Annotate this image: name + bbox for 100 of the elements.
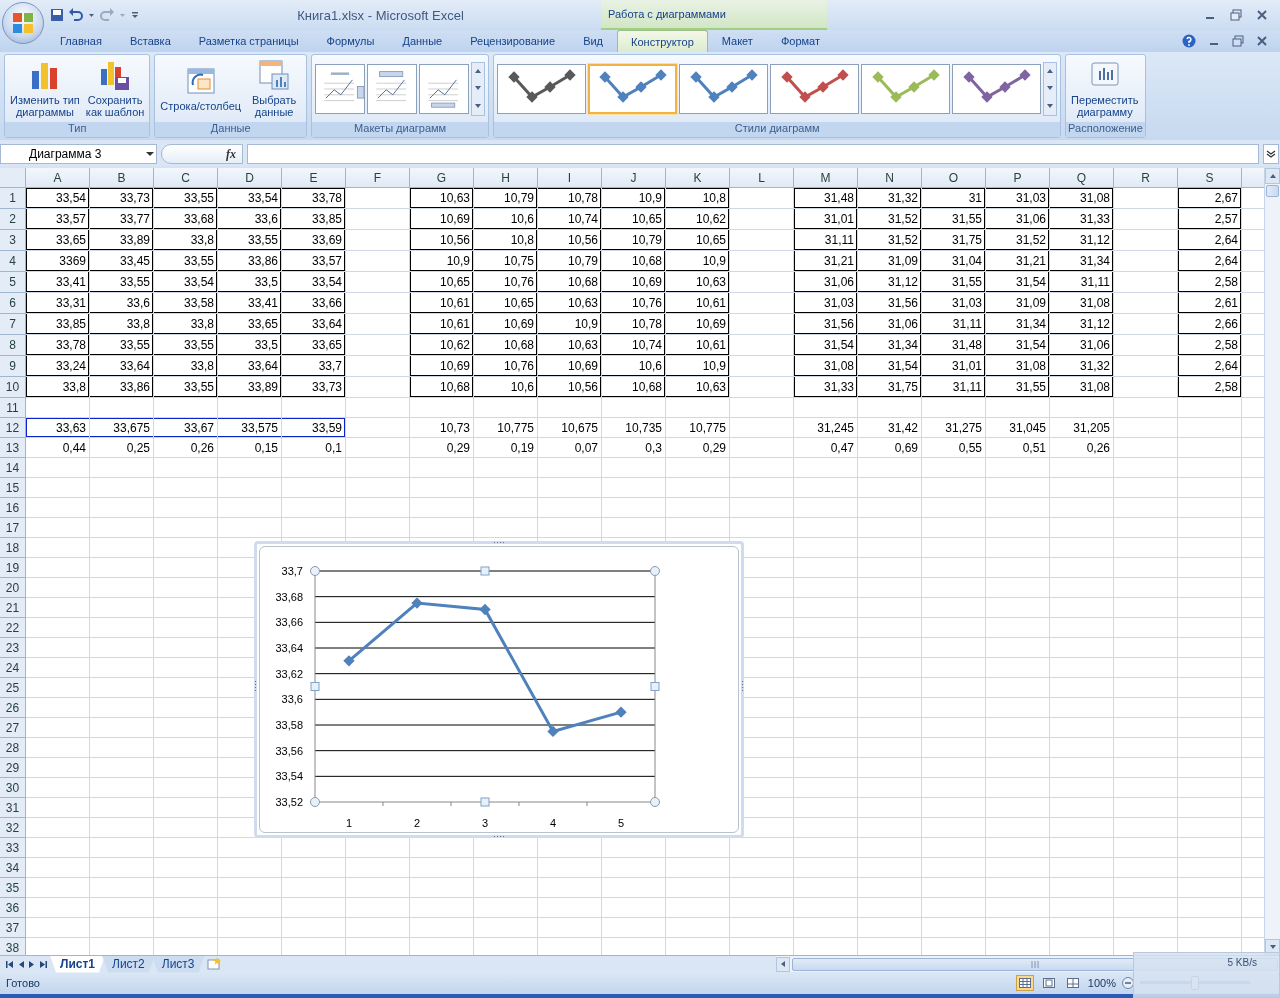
table-cell: 33,41 (26, 272, 90, 293)
table-cell: 2,64 (1178, 251, 1242, 272)
ribbon-button[interactable]: Переместить диаграмму (1069, 57, 1141, 120)
row-header[interactable]: 35 (0, 878, 26, 898)
row-header[interactable]: 5 (0, 272, 26, 293)
table-cell: 0,15 (218, 438, 282, 458)
ribbon-tab[interactable]: Разметка страницы (184, 30, 313, 52)
row-header[interactable]: 17 (0, 518, 26, 538)
column-header[interactable]: L (730, 168, 794, 188)
axis-label: 33,52 (275, 796, 303, 808)
column-header[interactable]: I (538, 168, 602, 188)
table-cell: 10,61 (410, 293, 474, 314)
column-header[interactable]: F (346, 168, 410, 188)
table-cell: 33,55 (90, 272, 154, 293)
ribbon-tab[interactable]: Данные (388, 30, 457, 52)
ribbon-button[interactable]: Сохранить как шаблон (83, 57, 147, 120)
ribbon-button[interactable]: Строка/столбец (158, 63, 244, 114)
column-header[interactable]: P (986, 168, 1050, 188)
sheet-tab[interactable]: Лист1 (50, 955, 106, 973)
column-header[interactable]: H (474, 168, 538, 188)
column-header[interactable]: D (218, 168, 282, 188)
ribbon-tab[interactable]: Формат (766, 30, 834, 52)
column-header[interactable]: N (858, 168, 922, 188)
table-cell: 31,54 (794, 335, 858, 356)
column-header[interactable]: E (282, 168, 346, 188)
column-header[interactable]: M (794, 168, 858, 188)
table-cell: 31 (922, 188, 986, 209)
table-cell: 10,9 (410, 251, 474, 272)
row-header[interactable]: 25 (0, 678, 26, 698)
table-cell: 31,54 (986, 272, 1050, 293)
table-cell: 31,11 (922, 314, 986, 335)
row-header[interactable]: 15 (0, 478, 26, 498)
row-header[interactable]: 9 (0, 356, 26, 377)
column-header[interactable]: B (90, 168, 154, 188)
ribbon-tab[interactable]: Конструктор (617, 30, 708, 52)
ribbon-tab[interactable]: Макет (707, 30, 767, 52)
name-box[interactable]: Диаграмма 3 (0, 144, 157, 164)
row-header[interactable]: 11 (0, 398, 26, 418)
row-header[interactable]: 24 (0, 658, 26, 678)
row-header[interactable]: 8 (0, 335, 26, 356)
row-header[interactable]: 20 (0, 578, 26, 598)
ribbon-tab[interactable]: Формулы (312, 30, 389, 52)
chart-frame[interactable]: 33,52 33,54 33,56 33,58 33,6 33,62 33,64 33,66 33,68 33,7 1 2 3 4 5 (254, 541, 744, 838)
row-header[interactable]: 23 (0, 638, 26, 658)
table-cell: 31,08 (1050, 377, 1114, 398)
table-cell: 31,75 (922, 230, 986, 251)
row-header[interactable]: 37 (0, 918, 26, 938)
ribbon-tab[interactable]: Главная (46, 30, 116, 52)
row-header[interactable]: 22 (0, 618, 26, 638)
column-header[interactable]: S (1178, 168, 1242, 188)
table-cell: 31,32 (858, 188, 922, 209)
row-header[interactable]: 13 (0, 438, 26, 458)
table-cell: 31,03 (794, 293, 858, 314)
zoom-level[interactable]: 100% (1087, 977, 1116, 989)
insert-function-button[interactable]: fx (161, 144, 243, 164)
row-header[interactable]: 32 (0, 818, 26, 838)
column-header[interactable]: K (666, 168, 730, 188)
row-header[interactable]: 26 (0, 698, 26, 718)
row-header[interactable]: 34 (0, 858, 26, 878)
row-header[interactable]: 3 (0, 230, 26, 251)
row-header[interactable]: 27 (0, 718, 26, 738)
axis-label: 33,58 (275, 719, 303, 731)
column-header[interactable]: C (154, 168, 218, 188)
row-header[interactable]: 4 (0, 251, 26, 272)
row-header[interactable]: 33 (0, 838, 26, 858)
sheet-tab[interactable]: Лист3 (151, 955, 205, 973)
axis-label: 1 (345, 817, 353, 829)
row-header[interactable]: 10 (0, 377, 26, 398)
ribbon-button[interactable]: Изменить тип диаграммы (8, 57, 82, 120)
column-header[interactable]: A (26, 168, 90, 188)
row-header[interactable]: 7 (0, 314, 26, 335)
table-cell: 31,48 (922, 335, 986, 356)
row-header[interactable]: 28 (0, 738, 26, 758)
column-header[interactable]: J (602, 168, 666, 188)
row-header[interactable]: 12 (0, 418, 26, 438)
column-header[interactable]: G (410, 168, 474, 188)
row-header[interactable]: 14 (0, 458, 26, 478)
row-header[interactable]: 29 (0, 758, 26, 778)
row-header[interactable]: 2 (0, 209, 26, 230)
sheet-tab[interactable]: Лист2 (102, 955, 155, 973)
row-header[interactable]: 19 (0, 558, 26, 578)
ribbon-button[interactable]: Выбрать данные (245, 57, 304, 120)
row-header[interactable]: 38 (0, 938, 26, 955)
row-header[interactable]: 16 (0, 498, 26, 518)
row-header[interactable]: 31 (0, 798, 26, 818)
column-header[interactable]: O (922, 168, 986, 188)
row-header[interactable]: 1 (0, 188, 26, 209)
ribbon-tab[interactable]: Вид (569, 30, 618, 52)
table-cell: 31,12 (1050, 230, 1114, 251)
row-header[interactable]: 36 (0, 898, 26, 918)
ribbon-tab[interactable]: Рецензирование (456, 30, 570, 52)
column-header[interactable]: R (1114, 168, 1178, 188)
column-header[interactable]: Q (1050, 168, 1114, 188)
table-cell: 10,775 (474, 418, 538, 438)
ribbon-tab[interactable]: Вставка (115, 30, 185, 52)
row-header[interactable]: 18 (0, 538, 26, 558)
row-header[interactable]: 30 (0, 778, 26, 798)
row-header[interactable]: 6 (0, 293, 26, 314)
row-header[interactable]: 21 (0, 598, 26, 618)
axis-label: 33,62 (275, 667, 303, 680)
